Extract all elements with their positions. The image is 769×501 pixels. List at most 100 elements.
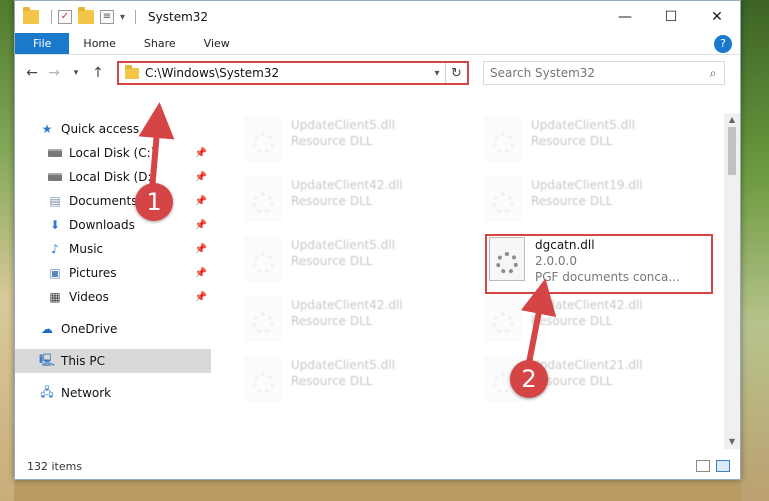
close-button[interactable]: ✕: [694, 1, 740, 33]
sidebar-item-quick-access[interactable]: ★ Quick access: [15, 117, 211, 141]
drive-icon: [47, 146, 63, 160]
file-description: Resource DLL: [531, 134, 613, 148]
file-name: UpdateClient42.dll: [531, 298, 643, 312]
item-count: 132 items: [27, 459, 83, 473]
pin-icon[interactable]: 📌: [195, 292, 207, 303]
dll-file-icon: [485, 177, 521, 221]
file-description: Resource DLL: [291, 134, 373, 148]
sidebar-item-this-pc[interactable]: 🖳 This PC: [15, 349, 211, 373]
file-name: UpdateClient5.dll: [291, 118, 395, 132]
file-description: Resource DLL: [531, 314, 613, 328]
dll-file-icon: [245, 117, 281, 161]
new-folder-icon[interactable]: [78, 7, 94, 24]
search-icon[interactable]: ⌕: [702, 66, 724, 81]
forward-arrow-icon[interactable]: →: [43, 62, 65, 84]
up-arrow-icon[interactable]: ↑: [87, 62, 109, 84]
file-item[interactable]: UpdateClient5.dll Resource DLL: [245, 357, 475, 413]
file-description: Resource DLL: [291, 314, 373, 328]
sidebar-item-label: Network: [61, 386, 112, 400]
explorer-body: ★ Quick access Local Disk (C:) 📌 Local D…: [15, 113, 740, 449]
chevron-down-icon[interactable]: ▾: [120, 12, 125, 23]
sidebar-item-documents[interactable]: ▤ Documents 📌: [15, 189, 211, 213]
tab-home[interactable]: Home: [69, 33, 129, 54]
pin-icon[interactable]: 📌: [195, 244, 207, 255]
maximize-button[interactable]: ☐: [648, 1, 694, 33]
pin-icon[interactable]: 📌: [195, 148, 207, 159]
file-name: UpdateClient5.dll: [531, 118, 635, 132]
pin-icon[interactable]: 📌: [195, 268, 207, 279]
back-arrow-icon[interactable]: ←: [21, 62, 43, 84]
address-row: ← → ▾ ↑ C:\Windows\System32 ▾ ↻ ⌕: [15, 55, 740, 91]
tab-share[interactable]: Share: [130, 33, 190, 54]
sidebar-item-network[interactable]: 🖧 Network: [15, 381, 211, 405]
pin-icon[interactable]: 📌: [195, 196, 207, 207]
sidebar-item-label: Quick access: [61, 122, 140, 136]
pin-icon[interactable]: 📌: [195, 220, 207, 231]
search-box[interactable]: ⌕: [483, 61, 725, 85]
desktop-background-right: [741, 0, 769, 501]
vertical-scrollbar[interactable]: ▲ ▼: [724, 113, 740, 449]
sidebar-item-local-disk-d[interactable]: Local Disk (D:) 📌: [15, 165, 211, 189]
folder-icon: [23, 7, 39, 24]
recent-locations-chevron-icon[interactable]: ▾: [65, 62, 87, 84]
scroll-thumb[interactable]: [728, 127, 736, 175]
refresh-icon[interactable]: ↻: [445, 63, 467, 83]
scroll-up-icon[interactable]: ▲: [724, 113, 740, 127]
sidebar-item-label: Pictures: [69, 266, 117, 280]
address-path[interactable]: C:\Windows\System32: [145, 66, 429, 80]
pictures-icon: ▣: [49, 266, 61, 280]
file-name: UpdateClient5.dll: [291, 358, 395, 372]
videos-icon: ▦: [49, 290, 61, 304]
music-icon: ♪: [51, 242, 59, 256]
sidebar-item-videos[interactable]: ▦ Videos 📌: [15, 285, 211, 309]
sidebar-item-label: Downloads: [69, 218, 135, 232]
status-bar: 132 items: [15, 455, 740, 477]
address-dropdown-icon[interactable]: ▾: [429, 68, 445, 79]
tiles-view-icon[interactable]: [716, 460, 730, 472]
help-icon[interactable]: ?: [714, 34, 732, 53]
sidebar-item-pictures[interactable]: ▣ Pictures 📌: [15, 261, 211, 285]
minimize-button[interactable]: —: [602, 1, 648, 33]
file-item[interactable]: UpdateClient42.dll Resource DLL: [245, 297, 475, 353]
address-bar[interactable]: C:\Windows\System32 ▾ ↻: [117, 61, 469, 85]
scroll-down-icon[interactable]: ▼: [724, 435, 740, 449]
window-title: System32: [148, 10, 209, 24]
tab-file[interactable]: File: [15, 33, 70, 54]
sidebar-item-local-disk-c[interactable]: Local Disk (C:) 📌: [15, 141, 211, 165]
file-item[interactable]: UpdateClient42.dll Resource DLL: [485, 297, 715, 353]
file-description: Resource DLL: [291, 374, 373, 388]
file-item[interactable]: UpdateClient19.dll Resource DLL: [485, 177, 715, 233]
cloud-icon: ☁: [41, 322, 53, 336]
file-item[interactable]: UpdateClient5.dll Resource DLL: [245, 237, 475, 293]
downloads-icon: ⬇: [49, 218, 61, 232]
dll-file-icon: [245, 237, 281, 281]
properties-icon[interactable]: ✓: [58, 10, 72, 24]
tab-view[interactable]: View: [190, 33, 244, 54]
title-bar: ✓ ≡ ▾ System32 — ☐ ✕: [15, 1, 740, 33]
file-name: UpdateClient19.dll: [531, 178, 643, 192]
file-item[interactable]: UpdateClient5.dll Resource DLL: [245, 117, 475, 173]
sidebar-item-label: Local Disk (C:): [69, 146, 156, 160]
details-view-icon[interactable]: [696, 460, 710, 472]
file-description: Resource DLL: [531, 194, 613, 208]
file-explorer-window: ✓ ≡ ▾ System32 — ☐ ✕ File Home Share Vie…: [14, 0, 741, 480]
sidebar-item-onedrive[interactable]: ☁ OneDrive: [15, 317, 211, 341]
computer-icon: 🖳: [39, 352, 56, 367]
sidebar-item-downloads[interactable]: ⬇ Downloads 📌: [15, 213, 211, 237]
step-2-badge: 2: [510, 360, 548, 398]
search-input[interactable]: [490, 66, 702, 80]
dll-file-icon: [245, 177, 281, 221]
pin-icon[interactable]: 📌: [195, 172, 207, 183]
file-description: Resource DLL: [291, 254, 373, 268]
dll-file-icon: [485, 297, 521, 341]
sidebar-item-label: OneDrive: [61, 322, 118, 336]
sidebar-item-music[interactable]: ♪ Music 📌: [15, 237, 211, 261]
file-item[interactable]: UpdateClient5.dll Resource DLL: [485, 117, 715, 173]
network-icon: 🖧: [40, 384, 54, 399]
sidebar-item-label: Local Disk (D:): [69, 170, 157, 184]
highlight-box: [485, 234, 713, 294]
toolbar-separator: [135, 10, 137, 24]
customize-toolbar-icon[interactable]: ≡: [100, 10, 114, 24]
file-item[interactable]: UpdateClient42.dll Resource DLL: [245, 177, 475, 233]
star-icon: ★: [41, 122, 53, 136]
